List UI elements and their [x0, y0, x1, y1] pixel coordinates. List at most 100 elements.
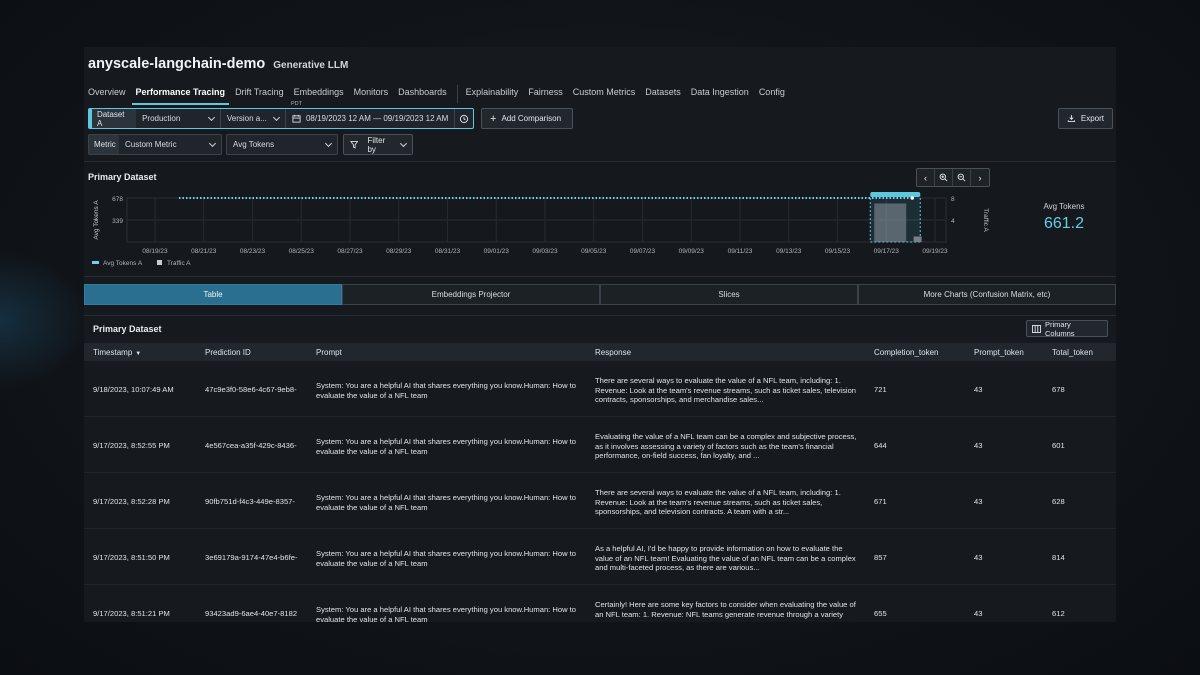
page-header: anyscale-langchain-demo Generative LLM	[88, 56, 348, 72]
column-header-label: Response	[595, 348, 632, 357]
export-wrap: Export	[1058, 108, 1113, 129]
view-tab-more[interactable]: More Charts (Confusion Matrix, etc)	[858, 284, 1116, 305]
metric-value-select[interactable]: Avg Tokens	[226, 134, 338, 155]
cell-timestamp: 9/17/2023, 8:52:55 PM	[93, 441, 170, 450]
refresh-time-button[interactable]	[454, 109, 473, 128]
y2-tick-label: 4	[951, 218, 955, 225]
legend-swatch-traffic	[157, 260, 162, 265]
column-header-label: Timestamp	[93, 348, 133, 357]
environment-select[interactable]: Production	[136, 109, 221, 128]
table-row[interactable]: 9/18/2023, 10:07:49 AM 47c9e3f0-58e6-4c67…	[84, 361, 1116, 417]
table-panel: Primary Dataset Primary Columns Timestam…	[84, 315, 1116, 622]
cell-prediction-id: 4e567cea-a35f-429c-8436-	[205, 441, 297, 450]
cell-timestamp: 9/17/2023, 8:52:28 PM	[93, 497, 170, 506]
tab-dashboards[interactable]: Dashboards	[394, 85, 451, 105]
environment-value: Production	[142, 114, 181, 123]
tab-performance-tracing[interactable]: Performance Tracing	[131, 85, 230, 105]
add-comparison-label: Add Comparison	[501, 114, 562, 123]
metric-type-select[interactable]: Custom Metric	[119, 135, 221, 154]
metric-selector: Metric Custom Metric	[88, 134, 222, 155]
chevron-down-icon	[207, 113, 215, 121]
column-header-response[interactable]: Response	[595, 348, 631, 357]
cell-response: There are several ways to evaluate the v…	[595, 488, 841, 516]
column-header-total-token[interactable]: Total_token	[1052, 348, 1093, 357]
tab-drift-tracing[interactable]: Drift Tracing	[231, 85, 288, 105]
column-header-prediction-id[interactable]: Prediction ID	[205, 348, 251, 357]
x-tick-label: 08/31/23	[435, 248, 461, 255]
column-header-timestamp[interactable]: Timestamp ▼	[93, 348, 141, 357]
cell-prompt-tok: 43	[974, 553, 983, 562]
summary-metric-value: 661.2	[1043, 215, 1085, 232]
column-header-prompt[interactable]: Prompt	[316, 348, 342, 357]
column-header-label: Completion_token	[874, 348, 939, 357]
cell-completion: 644	[874, 441, 887, 450]
funnel-icon	[350, 141, 359, 149]
column-header-label: Prompt_token	[974, 348, 1024, 357]
legend-swatch-avg-tokens	[92, 261, 99, 264]
column-header-label: Total_token	[1052, 348, 1093, 357]
dataset-filter-group: Dataset A Production Version a... PDT 08…	[88, 101, 474, 129]
view-tab-table[interactable]: Table	[84, 284, 342, 305]
metric-filter-group: Metric Custom Metric	[88, 134, 222, 155]
x-tick-label: 09/01/23	[484, 248, 510, 255]
primary-columns-button[interactable]: Primary Columns	[1026, 319, 1108, 338]
cell-total: 612	[1052, 609, 1065, 618]
column-header-label: Prompt	[316, 348, 342, 357]
performance-chart: 678 339 8 4 08/19/23 08/21/23 08/23/23 08/25/23…	[92, 192, 989, 267]
column-header-completion-token[interactable]: Completion_token	[874, 348, 938, 357]
cell-prediction-id: 3e69179a-9174-47e4-b6fe-	[205, 553, 298, 562]
cell-timestamp: 9/17/2023, 8:51:50 PM	[93, 553, 170, 562]
sort-desc-icon[interactable]: ▼	[135, 351, 141, 357]
cell-total: 601	[1052, 441, 1065, 450]
cell-prompt-tok: 43	[974, 497, 983, 506]
metric-value-label: Avg Tokens	[233, 140, 275, 149]
columns-icon	[1032, 324, 1041, 333]
view-tab-slices[interactable]: Slices	[600, 284, 858, 305]
export-button[interactable]: Export	[1058, 108, 1113, 129]
column-header-prompt-token[interactable]: Prompt_token	[974, 348, 1024, 357]
clock-refresh-icon	[460, 114, 469, 123]
version-select[interactable]: Version a...	[221, 109, 286, 128]
view-tab-embeddings[interactable]: Embeddings Projector	[342, 284, 600, 305]
x-tick-label: 09/13/23	[776, 248, 802, 255]
timezone-label: PDT	[289, 101, 303, 107]
tab-datasets[interactable]: Datasets	[641, 85, 685, 105]
traffic-bar	[913, 236, 922, 242]
table-row[interactable]: 9/17/2023, 8:51:21 PM 93423ad9-6ae4-40e7-…	[84, 585, 1116, 622]
avg-tokens-point	[910, 196, 915, 200]
summary-metric: Avg Tokens 661.2	[1034, 202, 1094, 233]
table-row[interactable]: 9/17/2023, 8:51:50 PM 3e69179a-9174-47e4-…	[84, 529, 1116, 585]
filter-by-wrap: Filter by	[343, 134, 413, 155]
tab-monitors[interactable]: Monitors	[350, 85, 393, 105]
tab-custom-metrics[interactable]: Custom Metrics	[569, 85, 640, 105]
tab-config[interactable]: Config	[755, 85, 789, 105]
chevron-down-icon	[400, 139, 408, 147]
table-row[interactable]: 9/17/2023, 8:52:55 PM 4e567cea-a35f-429c-…	[84, 417, 1116, 473]
chart-panel: Primary Dataset ‹ › 678 339 8 4 08/19/23 08/2…	[84, 161, 1116, 277]
filter-by-button[interactable]: Filter by	[343, 134, 413, 155]
date-range-value: 08/19/2023 12 AM — 09/19/2023 12 AM	[305, 114, 449, 123]
legend-label-avg-tokens: Avg Tokens A	[103, 260, 143, 267]
tab-separator	[456, 85, 458, 103]
column-header-label: Prediction ID	[205, 348, 251, 357]
table-row[interactable]: 9/17/2023, 8:52:28 PM 90fb751d-f4c3-449e-…	[84, 473, 1116, 529]
date-range-picker[interactable]: PDT 08/19/2023 12 AM — 09/19/2023 12 AM	[286, 101, 454, 128]
version-value: Version a...	[226, 114, 267, 123]
tab-explainability[interactable]: Explainability	[462, 85, 523, 105]
cell-timestamp: 9/18/2023, 10:07:49 AM	[93, 385, 174, 394]
tab-overview[interactable]: Overview	[84, 85, 130, 105]
filter-by-label: Filter by	[367, 135, 386, 154]
cell-timestamp: 9/17/2023, 8:51:21 PM	[93, 609, 170, 618]
tab-fairness[interactable]: Fairness	[524, 85, 567, 105]
nav-tabs: Overview Performance Tracing Drift Tracing…	[84, 85, 1116, 105]
add-comparison-button[interactable]: + Add Comparison	[481, 108, 573, 129]
chevron-down-icon	[324, 139, 333, 147]
primary-columns-label: Primary Columns	[1044, 319, 1075, 338]
cell-completion: 721	[874, 385, 887, 394]
cell-prompt-tok: 43	[974, 609, 983, 618]
cell-prompt: System: You are a helpful AI that shares…	[316, 437, 577, 456]
x-tick-label: 09/05/23	[581, 248, 607, 255]
cell-total: 814	[1052, 553, 1065, 562]
tab-data-ingestion[interactable]: Data Ingestion	[687, 85, 753, 105]
add-comparison-wrap: + Add Comparison	[481, 108, 573, 129]
